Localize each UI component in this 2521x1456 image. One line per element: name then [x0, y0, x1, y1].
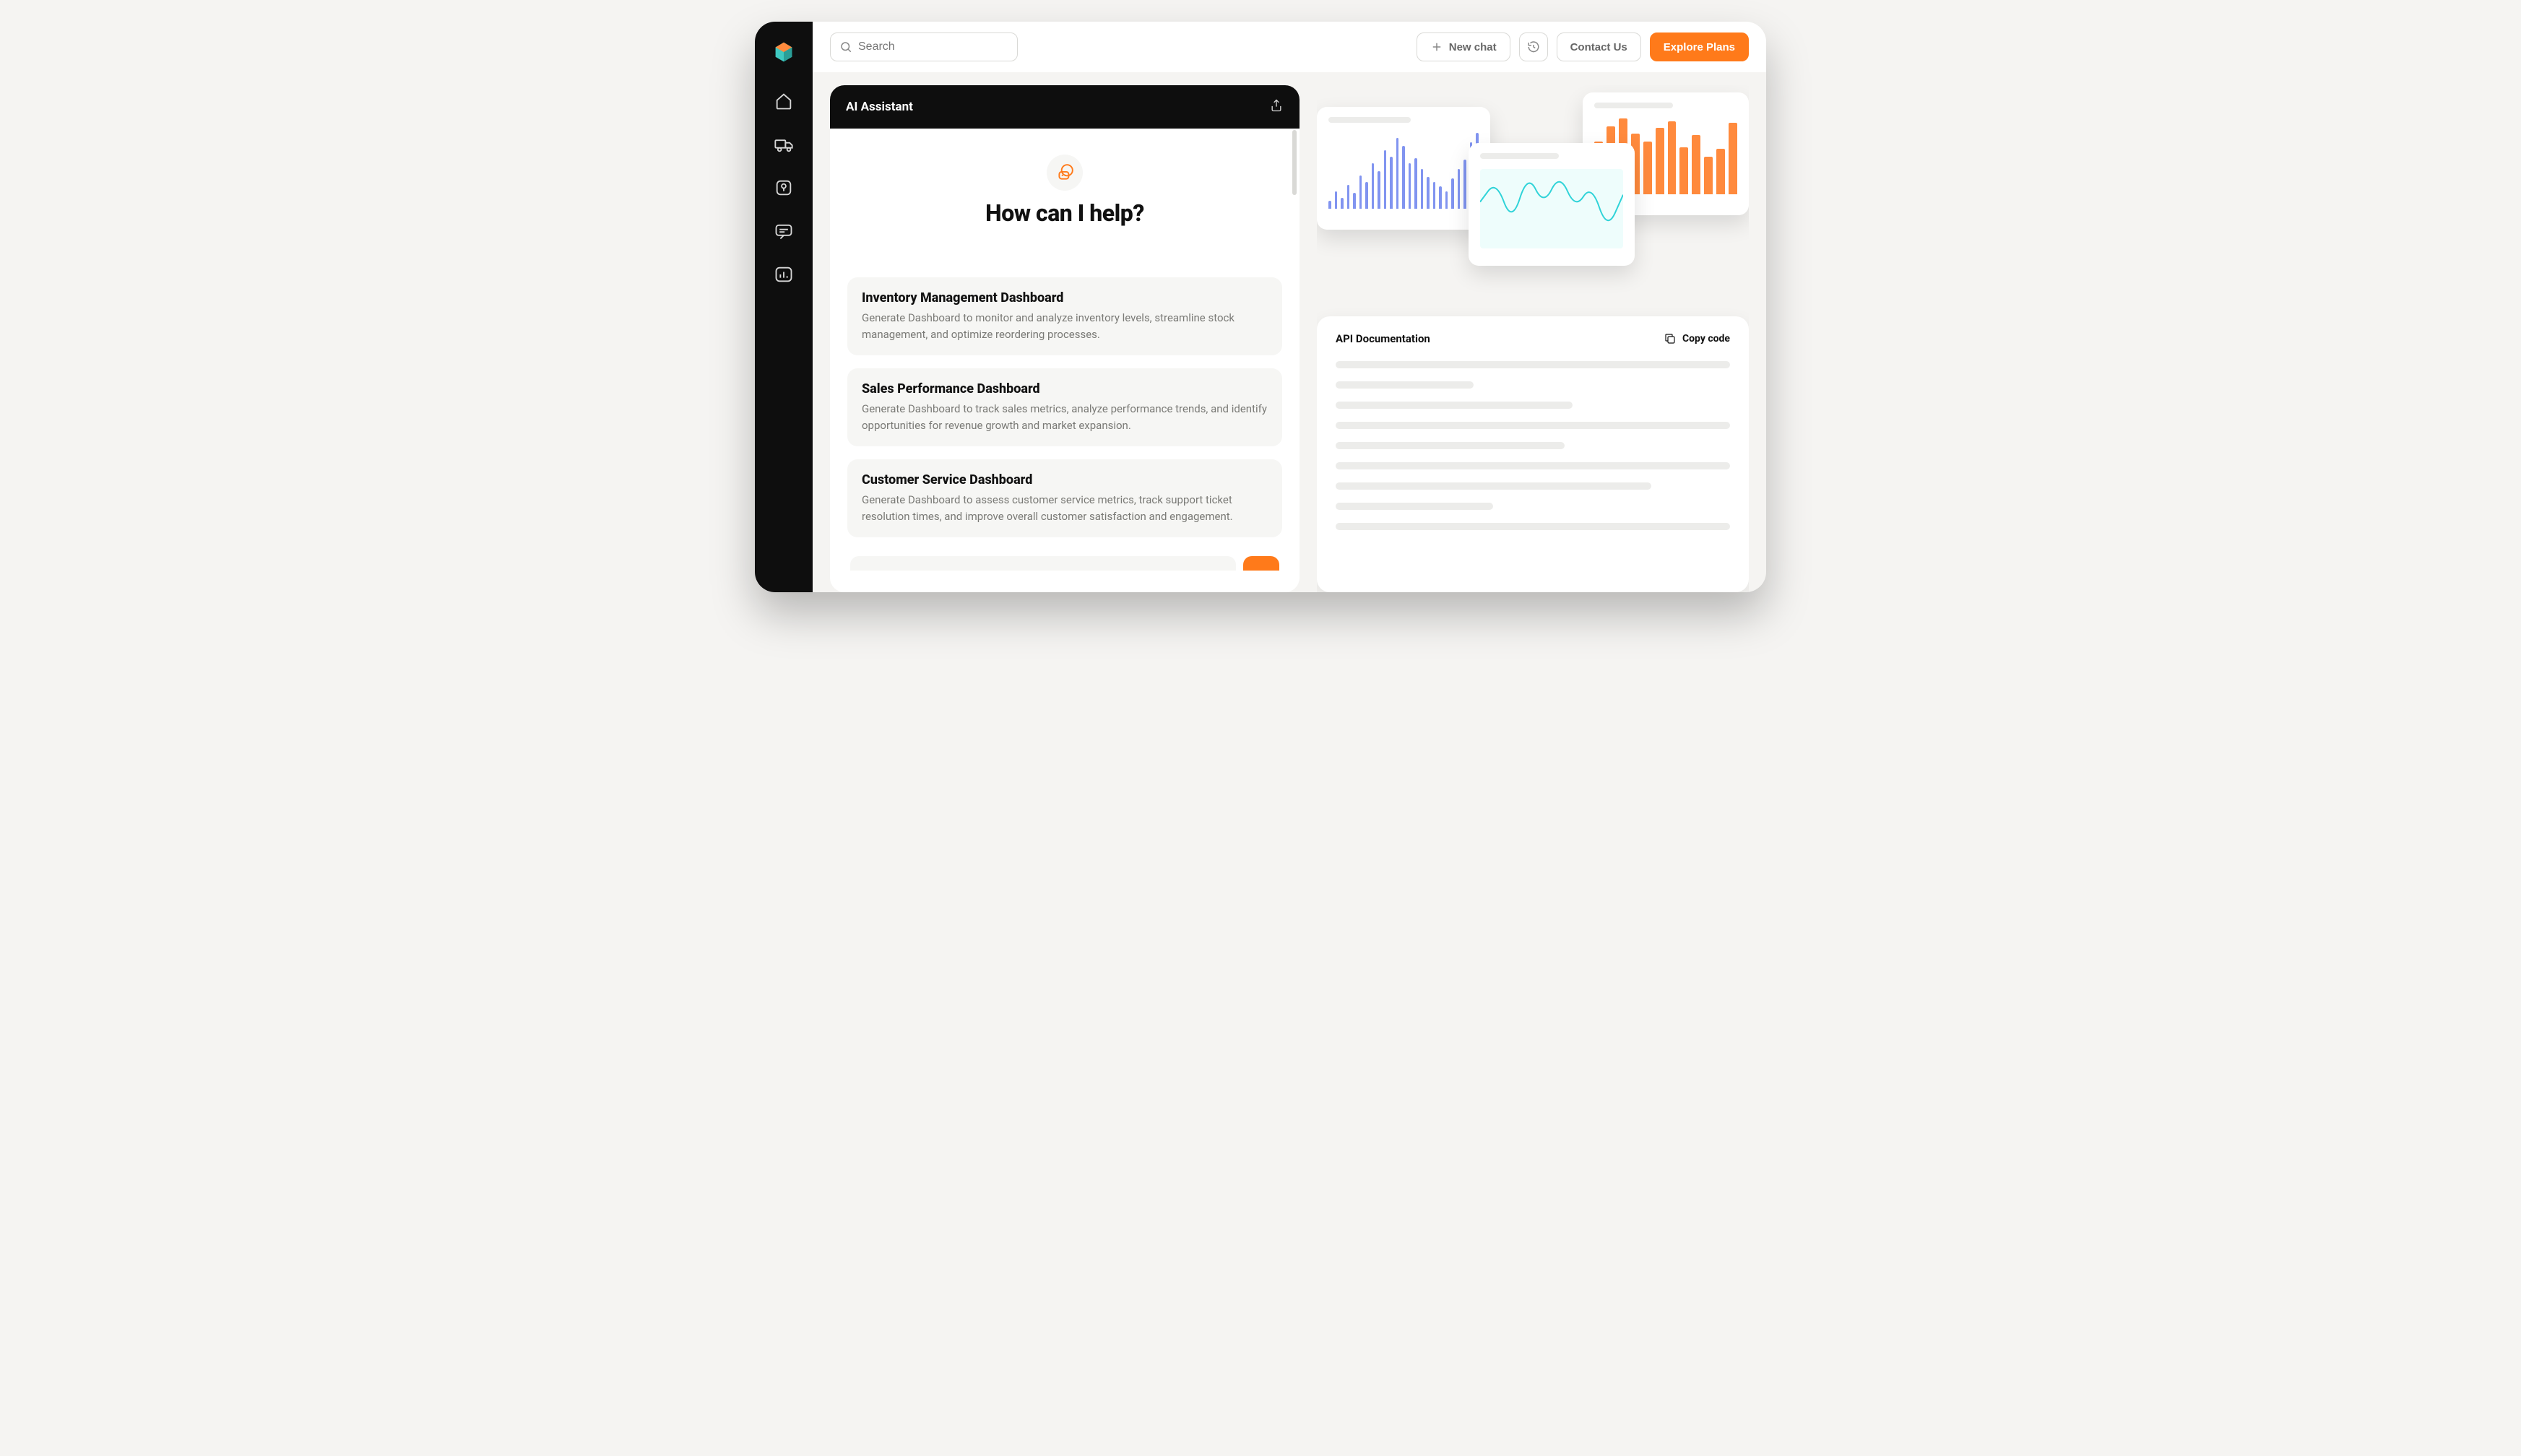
input-peek: [847, 550, 1282, 571]
assistant-title: AI Assistant: [846, 100, 913, 114]
search-input-wrap[interactable]: [830, 32, 1018, 61]
share-button[interactable]: [1269, 98, 1284, 116]
contact-us-label: Contact Us: [1570, 41, 1627, 53]
chart-card-wave: [1469, 143, 1635, 266]
history-icon: [1527, 40, 1540, 53]
line-chart-wave: [1480, 169, 1623, 248]
chart-card-blue-bars: [1317, 107, 1490, 230]
message-input-peek[interactable]: [850, 556, 1236, 571]
chart-title-placeholder: [1594, 103, 1673, 108]
new-chat-button[interactable]: New chat: [1417, 32, 1510, 61]
map-pin-icon[interactable]: [774, 178, 794, 198]
suggestion-title: Customer Service Dashboard: [862, 472, 1268, 488]
contact-us-button[interactable]: Contact Us: [1557, 32, 1641, 61]
preview-column: API Documentation Copy code: [1317, 85, 1749, 592]
plus-icon: [1430, 40, 1443, 53]
assistant-header: AI Assistant: [830, 85, 1300, 129]
sidebar: [755, 22, 813, 592]
assistant-hero-icon-wrap: [1047, 155, 1083, 191]
api-doc-title: API Documentation: [1336, 332, 1430, 345]
suggestion-card[interactable]: Inventory Management Dashboard Generate …: [847, 277, 1282, 355]
chat-icon[interactable]: [774, 221, 794, 241]
app-logo: [769, 39, 798, 68]
suggestion-title: Inventory Management Dashboard: [862, 290, 1268, 306]
main: New chat Contact Us Explore Plans AI Ass…: [813, 22, 1766, 592]
explore-plans-label: Explore Plans: [1664, 41, 1735, 53]
copy-code-label: Copy code: [1682, 333, 1730, 344]
topbar: New chat Contact Us Explore Plans: [813, 22, 1766, 72]
explore-plans-button[interactable]: Explore Plans: [1650, 32, 1749, 61]
api-doc-header: API Documentation Copy code: [1336, 332, 1730, 345]
assistant-hero-title: How can I help?: [847, 199, 1282, 227]
chatbot-icon: [1055, 163, 1074, 182]
suggestion-title: Sales Performance Dashboard: [862, 381, 1268, 396]
search-icon: [839, 40, 852, 53]
assistant-hero: How can I help?: [847, 155, 1282, 227]
bar-chart-blue: [1328, 133, 1479, 209]
assistant-panel: AI Assistant: [830, 85, 1300, 592]
suggestion-desc: Generate Dashboard to monitor and analyz…: [862, 310, 1268, 342]
history-button[interactable]: [1519, 32, 1548, 61]
search-input[interactable]: [858, 40, 1008, 53]
new-chat-label: New chat: [1449, 41, 1497, 53]
suggestion-desc: Generate Dashboard to assess customer se…: [862, 492, 1268, 524]
share-icon: [1269, 98, 1284, 113]
suggestion-card[interactable]: Sales Performance Dashboard Generate Das…: [847, 368, 1282, 446]
api-doc-body: [1336, 361, 1730, 530]
suggestion-card[interactable]: Customer Service Dashboard Generate Dash…: [847, 459, 1282, 537]
chart-title-placeholder: [1480, 153, 1559, 159]
content: AI Assistant: [813, 72, 1766, 592]
chart-icon[interactable]: [774, 264, 794, 285]
copy-icon: [1664, 332, 1677, 345]
copy-code-button[interactable]: Copy code: [1664, 332, 1730, 345]
api-doc-card: API Documentation Copy code: [1317, 316, 1749, 592]
chart-title-placeholder: [1328, 117, 1411, 123]
send-button-peek[interactable]: [1243, 556, 1279, 571]
home-icon[interactable]: [774, 91, 794, 111]
charts-stage: [1317, 92, 1749, 309]
truck-icon[interactable]: [774, 134, 794, 155]
app-shell: New chat Contact Us Explore Plans AI Ass…: [755, 22, 1766, 592]
assistant-body: How can I help? Inventory Management Das…: [830, 129, 1300, 592]
suggestion-desc: Generate Dashboard to track sales metric…: [862, 401, 1268, 433]
